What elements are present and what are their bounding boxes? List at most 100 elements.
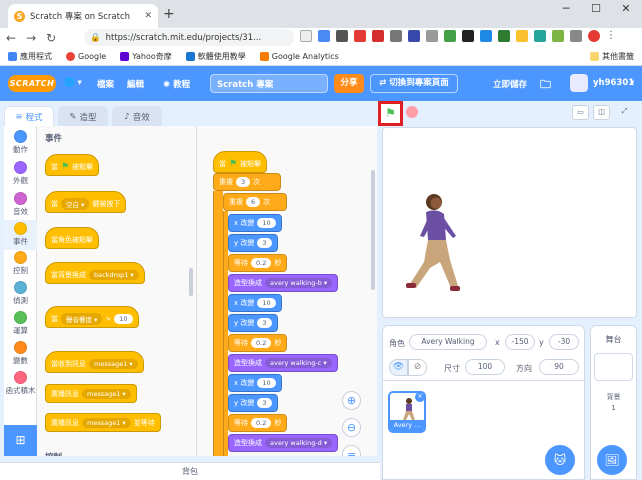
extension-icon[interactable] bbox=[444, 30, 456, 42]
extension-icon[interactable] bbox=[552, 30, 564, 42]
reload-icon[interactable]: ↻ bbox=[46, 31, 56, 45]
project-title-input[interactable]: Scratch 專案 bbox=[210, 74, 328, 93]
bookmark-yahoo[interactable]: Yahoo奇摩 bbox=[120, 51, 172, 62]
extension-icon[interactable] bbox=[498, 30, 510, 42]
extension-icon[interactable] bbox=[336, 30, 348, 42]
script-wait[interactable]: 等待 0.2 秒 bbox=[228, 334, 288, 352]
bookmark-apps[interactable]: 應用程式 bbox=[8, 51, 52, 62]
category-sound[interactable]: 音效 bbox=[4, 192, 37, 217]
new-tab-icon[interactable]: + bbox=[163, 6, 175, 22]
category-operators[interactable]: 運算 bbox=[4, 311, 37, 336]
scratch-logo[interactable]: SCRATCH bbox=[8, 75, 56, 92]
forward-icon[interactable]: → bbox=[26, 31, 36, 45]
extension-icon[interactable] bbox=[480, 30, 492, 42]
hide-sprite-icon[interactable]: ⊘ bbox=[408, 359, 427, 376]
tab-close-icon[interactable]: ✕ bbox=[144, 11, 152, 21]
broadcast-wait-dropdown[interactable]: message1 ▾ bbox=[82, 417, 131, 428]
repeat-inner-count[interactable]: 6 bbox=[246, 197, 261, 207]
when-sprite-clicked-block[interactable]: 當角色被點擊 bbox=[45, 227, 99, 249]
broadcast-block[interactable]: 廣播訊息 message1 ▾ bbox=[45, 384, 137, 403]
tab-code[interactable]: ≡ 程式 bbox=[4, 106, 54, 127]
category-variables[interactable]: 變數 bbox=[4, 341, 37, 366]
bookmark-other[interactable]: 其他書籤 bbox=[590, 51, 634, 62]
save-now-button[interactable]: 立即儲存 bbox=[493, 78, 527, 90]
extension-icon[interactable] bbox=[516, 30, 528, 42]
direction-input[interactable]: 90 bbox=[539, 359, 579, 375]
script-change-y[interactable]: y 改變 3 bbox=[228, 394, 278, 412]
bookmark-software[interactable]: 軟體使用教學 bbox=[185, 51, 246, 62]
broadcast-and-wait-block[interactable]: 廣播訊息 message1 ▾ 並等待 bbox=[45, 413, 161, 432]
profile-avatar-icon[interactable] bbox=[588, 30, 600, 42]
script-switch-costume[interactable]: 造型換成 avery walking-b ▾ bbox=[228, 274, 339, 292]
backpack[interactable]: 背包 bbox=[0, 462, 380, 480]
menu-icon[interactable]: ⋮ bbox=[606, 30, 618, 42]
delete-sprite-icon[interactable]: ✕ bbox=[415, 393, 424, 402]
chevron-down-icon[interactable]: ▾ bbox=[630, 78, 634, 88]
stop-button[interactable] bbox=[406, 106, 418, 118]
y-input[interactable]: -30 bbox=[549, 334, 579, 350]
extension-icon[interactable] bbox=[390, 30, 402, 42]
script-change-x[interactable]: x 改變 10 bbox=[228, 294, 282, 312]
bookmark-analytics[interactable]: Google Analytics bbox=[259, 52, 339, 61]
extension-icon[interactable] bbox=[408, 30, 420, 42]
add-extension-button[interactable]: ⊞ bbox=[4, 425, 37, 456]
script-switch-costume[interactable]: 造型換成 avery walking-d ▾ bbox=[228, 434, 339, 452]
script-change-y[interactable]: y 改變 3 bbox=[228, 314, 278, 332]
category-events[interactable]: 事件 bbox=[4, 220, 37, 250]
tutorials-menu[interactable]: ✺ 教程 bbox=[163, 78, 190, 90]
extension-icon[interactable] bbox=[534, 30, 546, 42]
script-change-y[interactable]: y 改變 3 bbox=[228, 234, 278, 252]
x-input[interactable]: -150 bbox=[505, 334, 535, 350]
script-when-flag-clicked[interactable]: 當 ⚑ 被點擊 bbox=[213, 151, 268, 173]
add-sprite-button[interactable]: 🐱 bbox=[545, 445, 575, 475]
when-flag-clicked-block[interactable]: 當 ⚑ 被點擊 bbox=[45, 154, 100, 176]
category-my-blocks[interactable]: 函式積木 bbox=[4, 371, 37, 396]
star-icon[interactable] bbox=[300, 30, 312, 42]
stage-canvas[interactable] bbox=[382, 127, 637, 318]
extension-icon[interactable] bbox=[318, 30, 330, 42]
back-icon[interactable]: ← bbox=[6, 31, 16, 45]
workspace-scrollbar[interactable] bbox=[371, 170, 375, 290]
edit-menu[interactable]: 編輯 bbox=[127, 78, 144, 90]
category-motion[interactable]: 動作 bbox=[4, 130, 37, 155]
fullscreen-icon[interactable]: ⤢ bbox=[616, 105, 633, 120]
extension-icon[interactable] bbox=[354, 30, 366, 42]
extension-icon[interactable] bbox=[462, 30, 474, 42]
username[interactable]: yh96301 bbox=[593, 78, 634, 88]
small-stage-icon[interactable]: ▭ bbox=[572, 105, 589, 120]
code-workspace[interactable]: 當 ⚑ 被點擊 重複 3 次 重複 6 次 x 改變 10 y 改變 3 等待 0.2 秒 造型換成… bbox=[197, 126, 377, 456]
show-sprite-icon[interactable]: 👁 bbox=[389, 359, 408, 376]
maximize-icon[interactable]: ☐ bbox=[582, 2, 610, 15]
backdrop-dropdown[interactable]: backdrop1 ▾ bbox=[89, 269, 139, 280]
broadcast-dropdown[interactable]: message1 ▾ bbox=[82, 388, 131, 399]
when-key-pressed-block[interactable]: 當空白 ▾ 鍵被按下 bbox=[45, 191, 127, 213]
key-dropdown[interactable]: 空白 ▾ bbox=[61, 197, 90, 210]
add-backdrop-button[interactable]: 🖼 bbox=[597, 445, 627, 475]
when-backdrop-switches-block[interactable]: 當背景換成 backdrop1 ▾ bbox=[45, 262, 145, 284]
script-wait[interactable]: 等待 0.2 秒 bbox=[228, 254, 288, 272]
size-input[interactable]: 100 bbox=[465, 359, 505, 375]
zoom-in-icon[interactable]: ⊕ bbox=[342, 391, 361, 410]
address-bar[interactable]: 🔒 https://scratch.mit.edu/projects/31... bbox=[84, 29, 294, 46]
minimize-icon[interactable]: ─ bbox=[552, 2, 580, 15]
sprite-name-input[interactable]: Avery Walking bbox=[409, 334, 487, 350]
script-switch-costume[interactable]: 造型換成 avery walking-c ▾ bbox=[228, 354, 338, 372]
share-button[interactable]: 分享 bbox=[334, 74, 364, 93]
loudness-input[interactable]: 10 bbox=[114, 313, 133, 324]
sprite-tile[interactable]: ✕ Avery ... bbox=[388, 391, 426, 433]
browser-tab[interactable]: S Scratch 專案 on Scratch ✕ bbox=[8, 4, 158, 28]
script-change-x[interactable]: x 改變 10 bbox=[228, 374, 282, 392]
user-avatar[interactable] bbox=[570, 74, 588, 92]
script-repeat-outer[interactable]: 重複 3 次 bbox=[213, 173, 281, 191]
category-looks[interactable]: 外觀 bbox=[4, 161, 37, 186]
globe-icon[interactable]: 🌐 ▾ bbox=[64, 78, 82, 88]
when-loudness-block[interactable]: 當聲音響度 ▾ >10 bbox=[45, 306, 139, 328]
loudness-dropdown[interactable]: 聲音響度 ▾ bbox=[61, 312, 103, 325]
my-stuff-folder-icon[interactable]: 🗀 bbox=[540, 76, 551, 95]
extension-icon[interactable] bbox=[372, 30, 384, 42]
script-change-x[interactable]: x 改變 10 bbox=[228, 214, 282, 232]
category-sensing[interactable]: 偵測 bbox=[4, 281, 37, 306]
palette-scrollbar[interactable] bbox=[189, 268, 193, 296]
script-repeat-inner[interactable]: 重複 6 次 bbox=[223, 193, 287, 211]
avery-sprite[interactable] bbox=[398, 188, 468, 303]
